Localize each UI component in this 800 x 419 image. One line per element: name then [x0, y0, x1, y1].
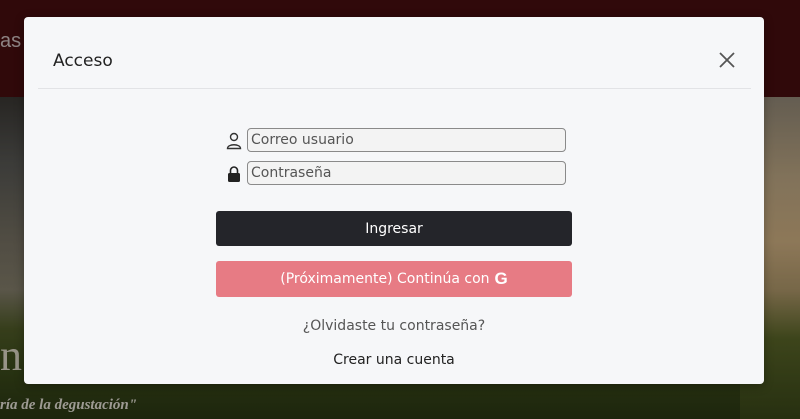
create-account-link[interactable]: Crear una cuenta — [24, 352, 764, 368]
email-row — [224, 128, 574, 154]
password-input[interactable] — [247, 161, 566, 185]
login-button[interactable]: Ingresar — [216, 211, 572, 246]
google-login-button[interactable]: (Próximamente) Continúa con G — [216, 261, 572, 297]
password-row — [224, 161, 574, 187]
lock-icon — [228, 166, 240, 182]
email-input[interactable] — [247, 128, 566, 152]
google-icon: G — [494, 269, 508, 288]
header-divider — [38, 88, 751, 89]
google-button-label: (Próximamente) Continúa con — [280, 271, 490, 287]
user-icon — [226, 132, 242, 150]
modal-title: Acceso — [53, 51, 113, 71]
close-button[interactable] — [716, 49, 738, 71]
forgot-password-link[interactable]: ¿Olvidaste tu contraseña? — [24, 318, 764, 334]
login-modal: Acceso Ingresar (Próximamente) Continúa … — [24, 17, 764, 384]
close-icon — [719, 52, 735, 68]
